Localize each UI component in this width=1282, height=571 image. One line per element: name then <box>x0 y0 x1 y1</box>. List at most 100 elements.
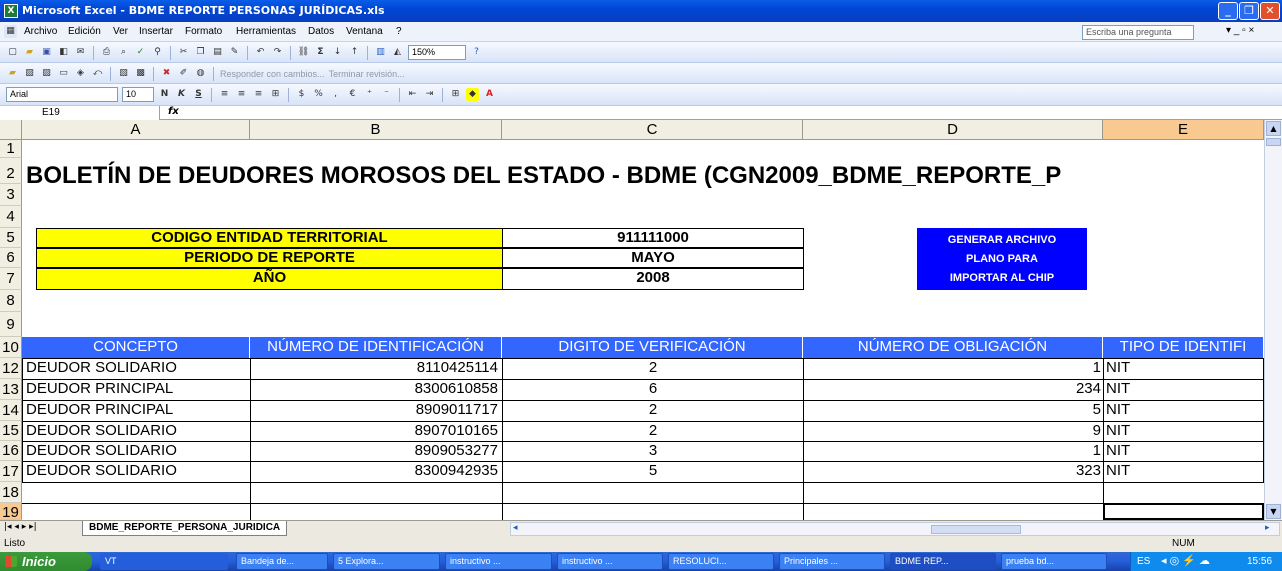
tab-nav-icons[interactable]: |◂ ◂ ▸ ▸| <box>4 522 37 532</box>
compare-icon[interactable]: ▨ <box>23 67 36 80</box>
scroll-down-icon[interactable]: ▼ <box>1266 504 1281 519</box>
cell-tipo[interactable]: NIT <box>1103 379 1264 401</box>
menu-herramientas[interactable]: Herramientas <box>236 26 296 37</box>
tray-icons[interactable]: ◂ ◎ ⚡ ☁ <box>1161 552 1210 571</box>
document-icon[interactable]: ▦ <box>4 25 17 38</box>
chart-wizard-icon[interactable]: ▥ <box>374 46 387 59</box>
cell-digito[interactable]: 3 <box>502 441 804 462</box>
email-icon[interactable]: ✉ <box>74 46 87 59</box>
currency-icon[interactable]: $ <box>295 88 308 101</box>
new-icon[interactable]: ▢ <box>6 46 19 59</box>
font-color-icon[interactable]: A <box>483 88 496 101</box>
thousands-icon[interactable]: , <box>329 88 342 101</box>
print-icon[interactable]: ⎙ <box>100 46 113 59</box>
align-right-icon[interactable]: ≡ <box>252 88 265 101</box>
taskbar-item-explorer[interactable]: 5 Explora... <box>333 553 440 570</box>
reply-icon[interactable]: ⤺ <box>91 67 104 80</box>
column-header-d[interactable]: D <box>803 120 1103 140</box>
column-header-a[interactable]: A <box>22 120 250 140</box>
cell-obligacion[interactable]: 9 <box>803 421 1104 442</box>
cell-identificacion[interactable]: 8300942935 <box>250 461 503 483</box>
cell-obligacion[interactable]: 234 <box>803 379 1104 401</box>
row-header[interactable]: 5 <box>0 228 22 248</box>
menu-ventana[interactable]: Ventana <box>346 26 383 37</box>
hide-icon[interactable]: ▩ <box>134 67 147 80</box>
language-indicator[interactable]: ES <box>1137 552 1150 571</box>
open-icon[interactable]: ▰ <box>23 46 36 59</box>
cell-identificacion[interactable]: 8907010165 <box>250 421 503 442</box>
taskbar-item-instructivo-1[interactable]: instructivo ... <box>445 553 552 570</box>
show-icon[interactable]: ▧ <box>117 67 130 80</box>
close-button[interactable]: ✕ <box>1260 2 1280 20</box>
cell-obligacion[interactable]: 5 <box>803 400 1104 422</box>
row-header[interactable]: 17 <box>0 461 22 482</box>
underline-icon[interactable]: S <box>192 88 205 101</box>
param-value-periodo[interactable]: MAYO <box>502 248 804 268</box>
row-header[interactable]: 7 <box>0 268 22 290</box>
menu-datos[interactable]: Datos <box>308 26 334 37</box>
euro-icon[interactable]: € <box>346 88 359 101</box>
column-header-e[interactable]: E <box>1103 120 1264 140</box>
respond-with-changes[interactable]: Responder con cambios... <box>220 69 325 79</box>
row-header[interactable]: 19 <box>0 503 22 521</box>
decrease-indent-icon[interactable]: ⇤ <box>406 88 419 101</box>
scroll-thumb[interactable] <box>1266 138 1281 146</box>
row-header[interactable]: 12 <box>0 358 22 379</box>
paste-icon[interactable]: ▤ <box>211 46 224 59</box>
menu-ver[interactable]: Ver <box>113 26 128 37</box>
cell-obligacion[interactable]: 1 <box>803 441 1104 462</box>
fill-color-icon[interactable]: ◆ <box>466 88 479 101</box>
taskbar-item-vt[interactable]: VT <box>100 553 228 570</box>
cell-identificacion[interactable]: 8909053277 <box>250 441 503 462</box>
menu-archivo[interactable]: Archivo <box>24 26 57 37</box>
menu-insertar[interactable]: Insertar <box>139 26 173 37</box>
row-header[interactable]: 14 <box>0 400 22 421</box>
ink-icon[interactable]: ✐ <box>177 67 190 80</box>
undo-icon[interactable]: ↶ <box>254 46 267 59</box>
spelling-icon[interactable]: ✓ <box>134 46 147 59</box>
autosum-icon[interactable]: Σ <box>314 46 327 59</box>
menu-help[interactable]: ? <box>396 26 402 37</box>
taskbar-item-instructivo-2[interactable]: instructivo ... <box>557 553 663 570</box>
taskbar-item-principales[interactable]: Principales ... <box>779 553 885 570</box>
end-review[interactable]: Terminar revisión... <box>329 69 405 79</box>
row-header[interactable]: 9 <box>0 312 22 337</box>
hscroll-thumb[interactable] <box>931 525 1021 534</box>
redo-icon[interactable]: ↷ <box>271 46 284 59</box>
track-icon[interactable]: ◈ <box>74 67 87 80</box>
scroll-up-icon[interactable]: ▲ <box>1266 121 1281 136</box>
cell-digito[interactable]: 5 <box>502 461 804 483</box>
excel-app-icon[interactable]: X <box>4 4 18 18</box>
cell-identificacion[interactable]: 8909011717 <box>250 400 503 422</box>
zoom-select[interactable]: 150% <box>408 45 466 60</box>
taskbar-item-prueba[interactable]: prueba bd... <box>1001 553 1107 570</box>
sort-desc-icon[interactable]: ↑ <box>348 46 361 59</box>
param-value-ano[interactable]: 2008 <box>502 268 804 290</box>
font-size-select[interactable]: 10 <box>122 87 154 102</box>
start-button[interactable]: Inicio <box>0 552 92 571</box>
percent-icon[interactable]: % <box>312 88 325 101</box>
menu-formato[interactable]: Formato <box>185 26 222 37</box>
help-search-input[interactable]: Escriba una pregunta <box>1082 25 1194 40</box>
column-header-c[interactable]: C <box>502 120 803 140</box>
minimize-button[interactable]: _ <box>1218 2 1238 20</box>
drawing-icon[interactable]: ◭ <box>391 46 404 59</box>
cell-obligacion[interactable]: 1 <box>803 358 1104 380</box>
bold-icon[interactable]: N <box>158 88 171 101</box>
row-header[interactable]: 4 <box>0 206 22 228</box>
column-header-b[interactable]: B <box>250 120 502 140</box>
taskbar-item-bdme[interactable]: BDME REP... <box>890 553 996 570</box>
save-icon[interactable]: ▣ <box>40 46 53 59</box>
comment-icon[interactable]: ▭ <box>57 67 70 80</box>
web-icon[interactable]: ◍ <box>194 67 207 80</box>
scroll-left-icon[interactable]: ◂ <box>513 523 518 533</box>
row-header[interactable]: 18 <box>0 482 22 503</box>
row-header[interactable]: 3 <box>0 184 22 206</box>
cell-tipo[interactable]: NIT <box>1103 358 1264 380</box>
scroll-right-icon[interactable]: ▸ <box>1265 523 1270 533</box>
row-header[interactable]: 16 <box>0 441 22 461</box>
format-painter-icon[interactable]: ✎ <box>228 46 241 59</box>
cell-concepto[interactable]: DEUDOR SOLIDARIO <box>22 461 251 483</box>
compare-icon-2[interactable]: ▨ <box>40 67 53 80</box>
folder-icon[interactable]: ▰ <box>6 67 19 80</box>
